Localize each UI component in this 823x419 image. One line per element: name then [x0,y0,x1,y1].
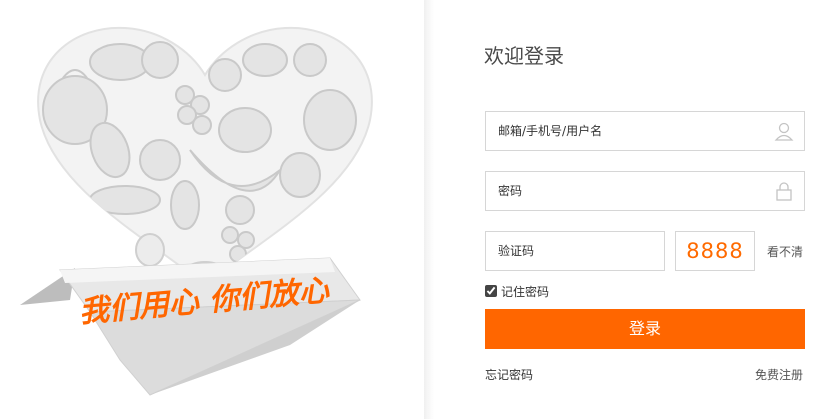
password-field [485,171,805,211]
register-link[interactable]: 免费注册 [755,366,803,383]
captcha-image[interactable]: 8888 [675,231,755,271]
remember-password[interactable]: 记住密码 [485,283,549,299]
remember-label: 记住密码 [501,284,550,299]
captcha-input[interactable] [486,232,668,270]
lock-icon [776,182,792,201]
fruit-heart-graphic: 我们用心 你们放心 [20,26,373,396]
forgot-password-link[interactable]: 忘记密码 [485,366,533,383]
username-field [485,111,805,151]
user-icon [774,122,794,141]
captcha-field [485,231,668,271]
username-input[interactable] [486,112,778,150]
captcha-refresh-link[interactable]: 看不清 [767,243,803,260]
fruit-heart-illustration: 我们用心 你们放心 [0,0,424,419]
login-page: 我们用心 你们放心 欢迎登录 8888 看不清 记住密码 [0,0,823,419]
remember-checkbox[interactable] [485,285,497,297]
panel-divider [424,0,434,419]
login-title: 欢迎登录 [484,44,564,68]
login-panel: 欢迎登录 8888 看不清 记住密码 登录 忘记密码 免费注册 [484,0,807,419]
password-input[interactable] [486,172,778,210]
login-button[interactable]: 登录 [485,309,805,349]
